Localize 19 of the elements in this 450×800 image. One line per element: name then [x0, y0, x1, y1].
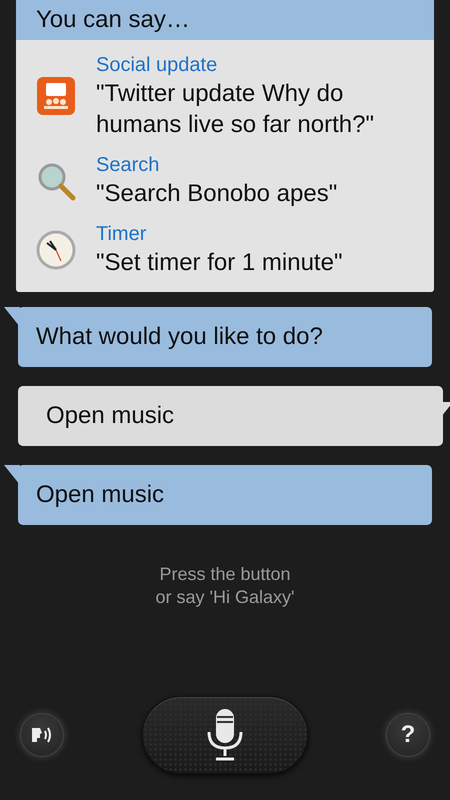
- speaking-head-icon: [31, 726, 53, 744]
- presentation-icon: [36, 76, 76, 116]
- assistant-message: Open music: [4, 465, 432, 525]
- clock-icon: [36, 230, 76, 270]
- card-title: You can say…: [36, 5, 190, 35]
- user-message: Open music: [14, 386, 450, 446]
- suggestion-category: Timer: [96, 222, 148, 247]
- hint-text: or say 'Hi Galaxy': [156, 586, 294, 609]
- suggestion-category: Search: [96, 153, 160, 178]
- assistant-message: What would you like to do?: [4, 307, 432, 367]
- suggestion-example: "Set timer for 1 minute": [96, 248, 342, 278]
- suggestion-category: Social update: [96, 53, 218, 78]
- help-button[interactable]: ?: [386, 713, 430, 757]
- magnifier-icon: [36, 160, 76, 200]
- speaker-button[interactable]: [20, 713, 64, 757]
- suggestion-example: "Search Bonobo apes": [96, 179, 338, 209]
- microphone-icon: [206, 708, 244, 762]
- hint-text: Press the button: [159, 563, 291, 586]
- suggestion-example: "Twitter update Why do humans live so far north?": [96, 79, 375, 140]
